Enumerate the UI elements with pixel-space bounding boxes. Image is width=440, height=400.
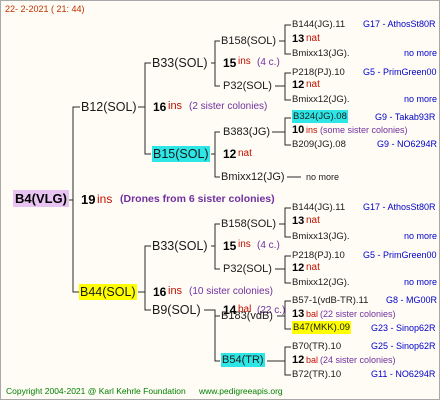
gen3-node-id: P32(SOL) <box>223 263 272 275</box>
gen1-node-unit: ins <box>168 285 183 297</box>
gen4-node-code: G9 - Takab93R <box>375 112 436 122</box>
gen4-node-id: B144(JG).11 <box>292 19 346 30</box>
gen2-node-note: (4 c.) <box>257 57 280 68</box>
gen2-node-id: B9(SOL) <box>152 303 201 317</box>
gen2-node-unit: nat <box>238 148 252 159</box>
gen3-node-unit: nat <box>306 33 320 44</box>
root-unit: ins <box>97 192 113 206</box>
pedigree-chart: 22- 2-2021 ( 21: 44) B4(VLG) 19 ins (Dro… <box>0 0 440 400</box>
gen3-node-id: B183(vdB) <box>221 310 273 322</box>
gen4-node-id: B47(MKK).09 <box>292 321 352 334</box>
gen1-node-unit: ins <box>168 100 183 112</box>
footer-url[interactable]: www.pedigreeapis.org <box>199 387 283 396</box>
gen2-node-note: (4 c.) <box>257 240 280 251</box>
gen3-node-count: 12 <box>292 354 305 366</box>
gen3-node-id: Bmixx12(JG) <box>221 171 285 183</box>
gen4-node-id: B209(JG).08 <box>292 139 346 150</box>
gen1-node-count: 16 <box>153 285 167 299</box>
gen4-node-id: B144(JG).11 <box>292 202 346 213</box>
root-count: 19 <box>81 192 96 207</box>
gen3-node-id: P32(SOL) <box>223 80 272 92</box>
gen1-node-id: B12(SOL) <box>81 100 137 114</box>
root-note: (Drones from 6 sister colonies) <box>120 193 275 205</box>
gen3-node-id: B54(TR) <box>221 353 265 367</box>
gen3-node-unit: nat <box>306 215 320 226</box>
gen1-node-count: 16 <box>153 100 167 114</box>
gen2-node-id: B15(SOL) <box>152 146 210 162</box>
gen4-node-code: no more <box>404 94 438 104</box>
root-id: B4(VLG) <box>13 190 69 207</box>
gen4-node-code: no more <box>404 48 438 58</box>
gen3-node-unit: bal <box>306 355 319 365</box>
gen2-node-count: 15 <box>223 56 237 70</box>
gen4-node-id: B72(TR).10 <box>292 369 342 380</box>
gen2-node-id: B33(SOL) <box>152 56 208 70</box>
gen4-node-code: G9 - NO6294R <box>377 139 438 149</box>
gen3-node-id: B158(SOL) <box>221 35 277 47</box>
gen3-node-note: (24 sister colonies) <box>320 355 396 365</box>
gen4-node-id: Bmixx13(JG). <box>292 48 350 59</box>
gen4-node-id: B324(JG).08 <box>292 110 348 123</box>
gen4-node-id: Bmixx12(JG). <box>292 94 350 105</box>
gen3-node-note: (some sister colonies) <box>320 125 408 135</box>
gen3-node-count: 13 <box>292 215 305 227</box>
gen1-node-id: B44(SOL) <box>79 284 137 300</box>
gen3-node-count: 10 <box>292 124 305 136</box>
gen3-node-note: (22 sister colonies) <box>320 309 396 319</box>
gen4-node-code: no more <box>404 277 438 287</box>
gen4-node-code: G5 - PrimGreen00 <box>363 67 437 77</box>
gen3-node-count: 12 <box>292 262 305 274</box>
gen1-node-note: (2 sister colonies) <box>189 101 268 112</box>
gen4-node-id: P218(PJ).10 <box>292 67 345 78</box>
gen4-node-id: B57-1(vdB-TR).11 <box>292 295 369 306</box>
gen3-node-count: 13 <box>292 308 305 320</box>
gen2-node-count: 15 <box>223 239 237 253</box>
gen3-node-unit: ins <box>306 125 318 135</box>
gen3-node-count: 13 <box>292 33 305 45</box>
gen4-node-code: G17 - AthosSt80R <box>363 19 436 29</box>
gen4-node-id: B70(TR).10 <box>292 341 342 352</box>
gen2-node-id: B33(SOL) <box>152 239 208 253</box>
gen2-node-count: 12 <box>223 147 237 161</box>
header-date: 22- 2-2021 ( 21: 44) <box>5 4 85 14</box>
gen4-node-code: no more <box>404 231 438 241</box>
gen3-node-id: B383(JG) <box>223 126 271 138</box>
gen2-node-unit: ins <box>238 56 251 67</box>
gen3-node-count: 12 <box>292 79 305 91</box>
gen2-node-unit: ins <box>238 239 251 250</box>
gen4-node-code: G11 - NO6294R <box>371 369 436 379</box>
gen4-node-code: G17 - AthosSt80R <box>363 202 436 212</box>
footer-copyright: Copyright 2004-2021 @ Karl Kehrle Founda… <box>6 386 186 396</box>
gen4-node-code: G25 - Sinop62R <box>371 341 436 351</box>
gen3-node-unit: bal <box>306 309 319 319</box>
gen1-node-note: (10 sister colonies) <box>189 286 273 297</box>
gen4-node-id: Bmixx12(JG). <box>292 277 350 288</box>
gen4-node-code: G5 - PrimGreen00 <box>363 250 437 260</box>
gen3-node-unit: nat <box>306 79 320 90</box>
gen4-node-id: no more <box>306 172 340 182</box>
gen4-node-code: G8 - MG00R <box>386 295 438 305</box>
gen3-node-unit: nat <box>306 262 320 273</box>
gen4-node-code: G23 - Sinop62R <box>371 323 436 333</box>
gen3-node-id: B158(SOL) <box>221 218 277 230</box>
gen4-node-id: P218(PJ).10 <box>292 250 345 261</box>
gen4-node-id: Bmixx13(JG). <box>292 231 350 242</box>
